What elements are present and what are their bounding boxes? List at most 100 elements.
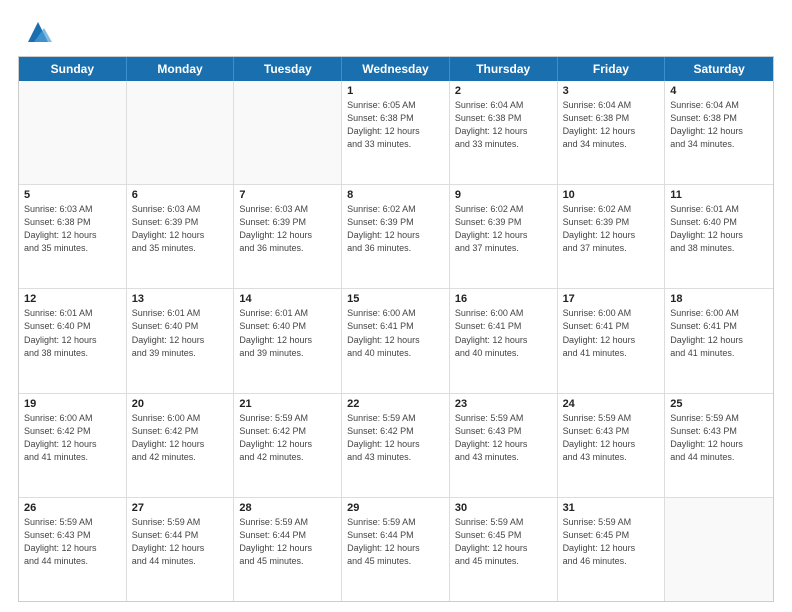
cell-info: Sunrise: 6:00 AM Sunset: 6:42 PM Dayligh… xyxy=(24,412,121,464)
day-number: 8 xyxy=(347,189,444,201)
calendar-cell: 22 Sunrise: 5:59 AM Sunset: 6:42 PM Dayli… xyxy=(342,394,450,497)
day-number: 2 xyxy=(455,85,552,97)
day-number: 9 xyxy=(455,189,552,201)
calendar-cell: 12 Sunrise: 6:01 AM Sunset: 6:40 PM Dayli… xyxy=(19,289,127,392)
cell-info: Sunrise: 6:01 AM Sunset: 6:40 PM Dayligh… xyxy=(24,307,121,359)
calendar-cell: 1 Sunrise: 6:05 AM Sunset: 6:38 PM Daylig… xyxy=(342,81,450,184)
day-number: 4 xyxy=(670,85,768,97)
day-number: 18 xyxy=(670,293,768,305)
cell-info: Sunrise: 5:59 AM Sunset: 6:43 PM Dayligh… xyxy=(563,412,660,464)
calendar-cell: 11Sunrise: 6:01 AM Sunset: 6:40 PM Dayli… xyxy=(665,185,773,288)
cell-info: Sunrise: 6:00 AM Sunset: 6:41 PM Dayligh… xyxy=(563,307,660,359)
calendar-cell xyxy=(665,498,773,601)
day-number: 13 xyxy=(132,293,229,305)
logo xyxy=(18,18,52,46)
calendar-cell: 31Sunrise: 5:59 AM Sunset: 6:45 PM Dayli… xyxy=(558,498,666,601)
cell-info: Sunrise: 5:59 AM Sunset: 6:43 PM Dayligh… xyxy=(670,412,768,464)
calendar-cell: 28 Sunrise: 5:59 AM Sunset: 6:44 PM Dayli… xyxy=(234,498,342,601)
day-number: 15 xyxy=(347,293,444,305)
calendar-cell: 18 Sunrise: 6:00 AM Sunset: 6:41 PM Dayli… xyxy=(665,289,773,392)
calendar-cell: 14Sunrise: 6:01 AM Sunset: 6:40 PM Dayli… xyxy=(234,289,342,392)
day-number: 22 xyxy=(347,398,444,410)
cell-info: Sunrise: 5:59 AM Sunset: 6:44 PM Dayligh… xyxy=(132,516,229,568)
calendar-body: 1 Sunrise: 6:05 AM Sunset: 6:38 PM Daylig… xyxy=(19,81,773,601)
calendar-cell: 9 Sunrise: 6:02 AM Sunset: 6:39 PM Daylig… xyxy=(450,185,558,288)
calendar-cell: 16 Sunrise: 6:00 AM Sunset: 6:41 PM Dayli… xyxy=(450,289,558,392)
cell-info: Sunrise: 5:59 AM Sunset: 6:42 PM Dayligh… xyxy=(347,412,444,464)
day-number: 5 xyxy=(24,189,121,201)
calendar-cell: 8Sunrise: 6:02 AM Sunset: 6:39 PM Daylig… xyxy=(342,185,450,288)
calendar-cell: 4 Sunrise: 6:04 AM Sunset: 6:38 PM Daylig… xyxy=(665,81,773,184)
day-number: 23 xyxy=(455,398,552,410)
day-number: 12 xyxy=(24,293,121,305)
calendar-cell: 24 Sunrise: 5:59 AM Sunset: 6:43 PM Dayli… xyxy=(558,394,666,497)
cell-info: Sunrise: 5:59 AM Sunset: 6:43 PM Dayligh… xyxy=(455,412,552,464)
day-number: 16 xyxy=(455,293,552,305)
calendar: SundayMondayTuesdayWednesdayThursdayFrid… xyxy=(18,56,774,602)
calendar-cell: 10 Sunrise: 6:02 AM Sunset: 6:39 PM Dayli… xyxy=(558,185,666,288)
cell-info: Sunrise: 6:04 AM Sunset: 6:38 PM Dayligh… xyxy=(670,99,768,151)
calendar-cell xyxy=(234,81,342,184)
day-number: 24 xyxy=(563,398,660,410)
calendar-row-2: 5 Sunrise: 6:03 AM Sunset: 6:38 PM Daylig… xyxy=(19,184,773,288)
cell-info: Sunrise: 6:00 AM Sunset: 6:41 PM Dayligh… xyxy=(670,307,768,359)
cell-info: Sunrise: 6:03 AM Sunset: 6:38 PM Dayligh… xyxy=(24,203,121,255)
calendar-cell: 29 Sunrise: 5:59 AM Sunset: 6:44 PM Dayli… xyxy=(342,498,450,601)
day-number: 28 xyxy=(239,502,336,514)
calendar-cell: 26 Sunrise: 5:59 AM Sunset: 6:43 PM Dayli… xyxy=(19,498,127,601)
page: SundayMondayTuesdayWednesdayThursdayFrid… xyxy=(0,0,792,612)
cell-info: Sunrise: 5:59 AM Sunset: 6:44 PM Dayligh… xyxy=(347,516,444,568)
calendar-cell: 6Sunrise: 6:03 AM Sunset: 6:39 PM Daylig… xyxy=(127,185,235,288)
day-number: 10 xyxy=(563,189,660,201)
cell-info: Sunrise: 6:04 AM Sunset: 6:38 PM Dayligh… xyxy=(455,99,552,151)
cell-info: Sunrise: 6:05 AM Sunset: 6:38 PM Dayligh… xyxy=(347,99,444,151)
day-number: 20 xyxy=(132,398,229,410)
calendar-cell: 27 Sunrise: 5:59 AM Sunset: 6:44 PM Dayli… xyxy=(127,498,235,601)
header-day-monday: Monday xyxy=(127,57,235,81)
calendar-cell: 15 Sunrise: 6:00 AM Sunset: 6:41 PM Dayli… xyxy=(342,289,450,392)
cell-info: Sunrise: 5:59 AM Sunset: 6:44 PM Dayligh… xyxy=(239,516,336,568)
day-number: 11 xyxy=(670,189,768,201)
cell-info: Sunrise: 6:03 AM Sunset: 6:39 PM Dayligh… xyxy=(132,203,229,255)
calendar-row-1: 1 Sunrise: 6:05 AM Sunset: 6:38 PM Daylig… xyxy=(19,81,773,184)
cell-info: Sunrise: 6:00 AM Sunset: 6:41 PM Dayligh… xyxy=(347,307,444,359)
calendar-cell: 30 Sunrise: 5:59 AM Sunset: 6:45 PM Dayli… xyxy=(450,498,558,601)
day-number: 31 xyxy=(563,502,660,514)
calendar-cell: 23 Sunrise: 5:59 AM Sunset: 6:43 PM Dayli… xyxy=(450,394,558,497)
calendar-cell: 19 Sunrise: 6:00 AM Sunset: 6:42 PM Dayli… xyxy=(19,394,127,497)
header-day-sunday: Sunday xyxy=(19,57,127,81)
day-number: 21 xyxy=(239,398,336,410)
day-number: 26 xyxy=(24,502,121,514)
header-day-tuesday: Tuesday xyxy=(234,57,342,81)
day-number: 29 xyxy=(347,502,444,514)
day-number: 19 xyxy=(24,398,121,410)
calendar-header-row: SundayMondayTuesdayWednesdayThursdayFrid… xyxy=(19,57,773,81)
day-number: 27 xyxy=(132,502,229,514)
calendar-cell: 17 Sunrise: 6:00 AM Sunset: 6:41 PM Dayli… xyxy=(558,289,666,392)
calendar-cell: 7Sunrise: 6:03 AM Sunset: 6:39 PM Daylig… xyxy=(234,185,342,288)
header-day-saturday: Saturday xyxy=(665,57,773,81)
calendar-cell: 21 Sunrise: 5:59 AM Sunset: 6:42 PM Dayli… xyxy=(234,394,342,497)
cell-info: Sunrise: 6:01 AM Sunset: 6:40 PM Dayligh… xyxy=(239,307,336,359)
cell-info: Sunrise: 5:59 AM Sunset: 6:45 PM Dayligh… xyxy=(455,516,552,568)
header xyxy=(18,18,774,46)
header-day-wednesday: Wednesday xyxy=(342,57,450,81)
calendar-cell: 20Sunrise: 6:00 AM Sunset: 6:42 PM Dayli… xyxy=(127,394,235,497)
cell-info: Sunrise: 6:00 AM Sunset: 6:41 PM Dayligh… xyxy=(455,307,552,359)
cell-info: Sunrise: 5:59 AM Sunset: 6:42 PM Dayligh… xyxy=(239,412,336,464)
day-number: 1 xyxy=(347,85,444,97)
calendar-cell: 13Sunrise: 6:01 AM Sunset: 6:40 PM Dayli… xyxy=(127,289,235,392)
cell-info: Sunrise: 5:59 AM Sunset: 6:43 PM Dayligh… xyxy=(24,516,121,568)
header-day-friday: Friday xyxy=(558,57,666,81)
cell-info: Sunrise: 6:02 AM Sunset: 6:39 PM Dayligh… xyxy=(455,203,552,255)
calendar-row-3: 12 Sunrise: 6:01 AM Sunset: 6:40 PM Dayli… xyxy=(19,288,773,392)
header-day-thursday: Thursday xyxy=(450,57,558,81)
day-number: 30 xyxy=(455,502,552,514)
calendar-cell: 2 Sunrise: 6:04 AM Sunset: 6:38 PM Daylig… xyxy=(450,81,558,184)
calendar-cell: 25Sunrise: 5:59 AM Sunset: 6:43 PM Dayli… xyxy=(665,394,773,497)
day-number: 7 xyxy=(239,189,336,201)
day-number: 3 xyxy=(563,85,660,97)
cell-info: Sunrise: 6:02 AM Sunset: 6:39 PM Dayligh… xyxy=(563,203,660,255)
calendar-cell: 5 Sunrise: 6:03 AM Sunset: 6:38 PM Daylig… xyxy=(19,185,127,288)
day-number: 17 xyxy=(563,293,660,305)
